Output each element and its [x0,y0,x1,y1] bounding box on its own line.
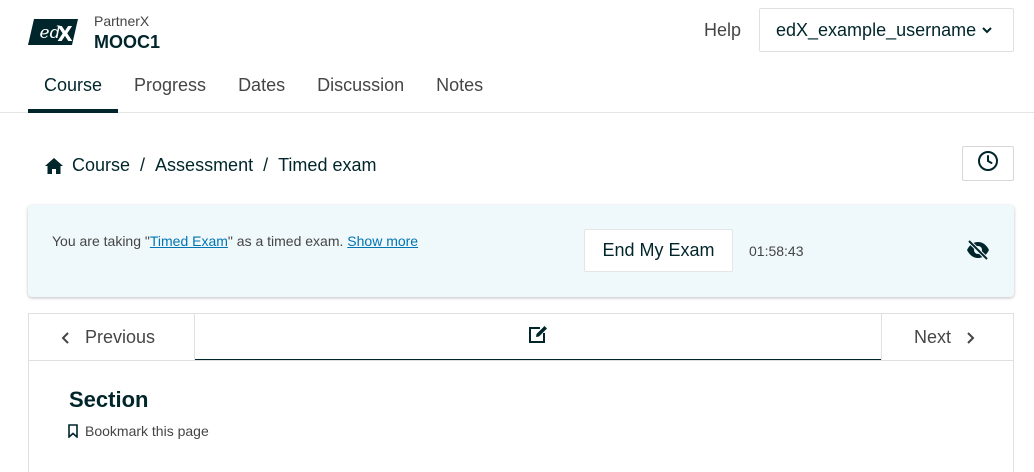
bookmark-button[interactable]: Bookmark this page [67,423,209,439]
tab-notes[interactable]: Notes [420,65,499,112]
site-header: ed X PartnerX MOOC1 Help edX_example_use… [0,0,1034,113]
eye-slash-icon[interactable] [965,239,991,261]
help-link[interactable]: Help [704,20,741,41]
unit-content: Section Bookmark this page [28,360,1014,472]
unit-navigation: Previous Next [28,313,1014,361]
next-button[interactable]: Next [881,314,1014,361]
clock-icon [977,150,999,177]
exam-text-suffix: " as a timed exam. [227,233,344,249]
sequence-unit-tab[interactable] [195,314,881,361]
edit-icon [527,324,549,349]
svg-text:X: X [57,22,73,46]
chevron-down-icon [981,24,993,36]
username-label: edX_example_username [776,19,977,40]
bookmark-label: Bookmark this page [85,423,209,439]
breadcrumb-separator: / [140,155,146,175]
org-name: PartnerX [94,13,150,29]
exam-text-prefix: You are taking " [52,233,150,249]
course-tabs: Course Progress Dates Discussion Notes [28,65,499,113]
end-exam-button[interactable]: End My Exam [584,229,733,272]
tab-progress[interactable]: Progress [118,65,222,112]
tab-discussion[interactable]: Discussion [301,65,420,112]
previous-button[interactable]: Previous [29,314,195,361]
user-menu-dropdown[interactable]: edX_example_username [759,8,1014,52]
tab-dates[interactable]: Dates [222,65,301,112]
home-icon[interactable] [44,157,64,175]
breadcrumb-course[interactable]: Course [72,155,130,176]
bookmark-icon [67,424,79,438]
timed-exam-banner: You are taking "Timed Exam" as a timed e… [28,205,1014,297]
edx-logo[interactable]: ed X [28,17,78,47]
exam-timer: 01:58:43 [749,243,804,259]
tab-course[interactable]: Course [28,65,119,113]
chevron-right-icon [965,331,975,345]
chevron-left-icon [61,331,71,345]
previous-label: Previous [85,327,156,347]
section-title: Section [69,387,149,412]
course-title: MOOC1 [94,32,161,52]
timer-toggle-button[interactable] [962,146,1014,181]
exam-status-text: You are taking "Timed Exam" as a timed e… [52,233,418,249]
show-more-link[interactable]: Show more [347,233,418,249]
breadcrumb-timed-exam[interactable]: Timed exam [278,155,376,176]
breadcrumb: Course / Assessment / Timed exam [44,155,376,176]
breadcrumb-assessment[interactable]: Assessment [155,155,253,176]
exam-name-link[interactable]: Timed Exam [150,233,228,249]
next-label: Next [914,327,952,347]
breadcrumb-separator: / [263,155,269,175]
